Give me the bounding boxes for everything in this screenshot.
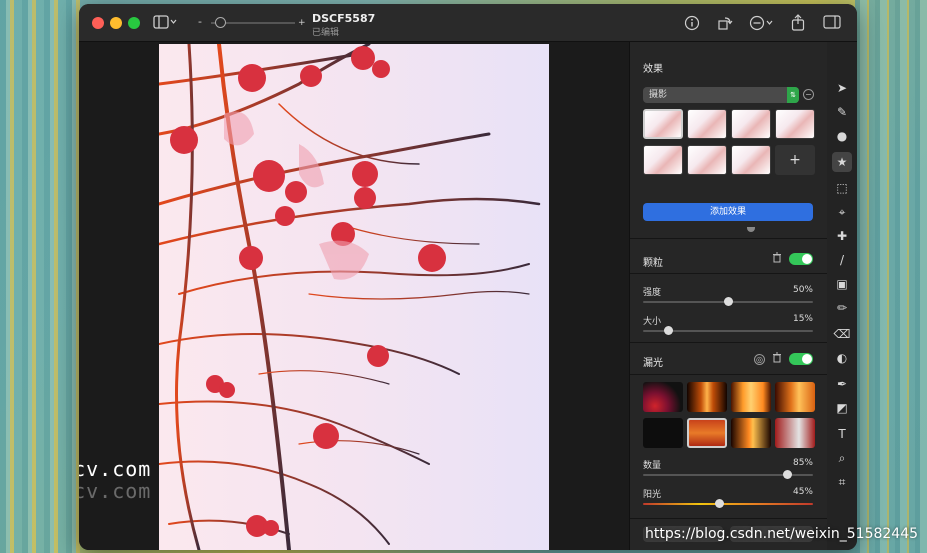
light-leak-delete-icon[interactable] xyxy=(772,352,782,366)
persimmon-photo xyxy=(159,44,549,550)
grain-intensity-knob[interactable] xyxy=(723,297,733,306)
light-leak-options-icon[interactable]: ◎ xyxy=(754,354,765,365)
fullscreen-window-button[interactable] xyxy=(128,17,140,29)
effects-category-value: 摄影 xyxy=(649,90,668,100)
effect-thumb-4[interactable] xyxy=(775,109,815,139)
section-divider xyxy=(630,273,828,274)
adjust-tool-icon[interactable]: ✎ xyxy=(832,102,852,122)
leak-sun-value: 45% xyxy=(792,487,813,497)
grain-delete-icon[interactable] xyxy=(772,252,782,266)
leak-preset-5[interactable] xyxy=(643,418,683,448)
leak-sun-knob[interactable] xyxy=(715,499,724,508)
color-tool-icon[interactable]: ● xyxy=(832,126,852,146)
section-divider xyxy=(630,374,828,375)
eraser-tool-icon[interactable]: ⌫ xyxy=(832,324,852,344)
grain-title: 颗粒 xyxy=(643,258,663,269)
text-tool-icon[interactable]: T xyxy=(832,424,852,444)
add-effect-button[interactable]: 添加效果 xyxy=(643,203,813,221)
csdn-watermark: https://blog.csdn.net/weixin_51582445 xyxy=(645,526,919,542)
leak-preset-3[interactable] xyxy=(731,382,771,412)
zoom-slider-knob[interactable] xyxy=(215,17,226,28)
leak-sun-label: 阳光 xyxy=(643,490,662,500)
collapse-handle-icon[interactable] xyxy=(747,227,755,232)
leak-preset-2[interactable] xyxy=(687,382,727,412)
info-icon[interactable] xyxy=(684,15,700,35)
selection-tool-icon[interactable]: ⬚ xyxy=(832,178,852,198)
sidebar-toggle-icon[interactable] xyxy=(153,15,177,33)
arrow-tool-icon[interactable]: ➤ xyxy=(832,78,852,98)
section-divider xyxy=(630,342,828,343)
grain-toggle[interactable] xyxy=(789,253,813,265)
zoom-in-label[interactable]: + xyxy=(298,15,306,31)
section-divider xyxy=(630,238,828,239)
grain-size-value: 15% xyxy=(792,314,813,324)
minimize-window-button[interactable] xyxy=(110,17,122,29)
grain-intensity-slider[interactable] xyxy=(643,297,813,306)
effect-thumb-6[interactable] xyxy=(687,145,727,175)
light-leak-title: 漏光 xyxy=(643,358,663,369)
more-options-icon[interactable] xyxy=(749,15,775,35)
shapes-tool-icon[interactable]: ◩ xyxy=(832,398,852,418)
grain-size-slider[interactable] xyxy=(643,326,813,335)
add-preset-button[interactable]: + xyxy=(775,145,815,175)
pen-tool-icon[interactable]: ✒ xyxy=(832,374,852,394)
effects-title: 效果 xyxy=(643,64,663,75)
fill-tool-icon[interactable]: ▣ xyxy=(832,274,852,294)
leak-amount-value: 85% xyxy=(792,458,813,468)
pencil-tool-icon[interactable]: ✏ xyxy=(832,298,852,318)
desktop-wallpaper-right xyxy=(855,0,927,553)
effect-thumb-2[interactable] xyxy=(687,109,727,139)
brush-tool-icon[interactable]: / xyxy=(832,250,852,270)
effect-thumb-5[interactable] xyxy=(643,145,683,175)
effects-category-dropdown[interactable]: 摄影 ⇅ xyxy=(643,87,799,103)
lasso-tool-icon[interactable]: ⌖ xyxy=(832,202,852,222)
grain-size-label: 大小 xyxy=(643,317,662,327)
leak-amount-slider[interactable] xyxy=(643,470,813,479)
grain-size-knob[interactable] xyxy=(664,326,673,335)
retouch-tool-icon[interactable]: ✚ xyxy=(832,226,852,246)
effect-thumb-1[interactable] xyxy=(643,109,683,139)
clone-tool-icon[interactable]: ◐ xyxy=(832,348,852,368)
effect-thumb-3[interactable] xyxy=(731,109,771,139)
chevron-updown-icon: ⇅ xyxy=(787,87,799,103)
light-leak-toggle[interactable] xyxy=(789,353,813,365)
effects-tool-icon[interactable]: ★ xyxy=(832,152,852,172)
watermark-text: Macv.com xyxy=(79,457,152,481)
grain-intensity-value: 50% xyxy=(792,285,813,295)
document-status: 已编辑 xyxy=(312,28,340,38)
grain-intensity-label: 强度 xyxy=(643,288,662,298)
leak-preset-8[interactable] xyxy=(775,418,815,448)
crop-tool-icon[interactable]: ⌗ xyxy=(832,472,852,492)
document-title: DSCF5587 xyxy=(312,12,376,25)
leak-preset-7[interactable] xyxy=(731,418,771,448)
watermark-shadow: Macv.com xyxy=(79,479,152,503)
inspector-toggle-icon[interactable] xyxy=(823,15,841,33)
leak-amount-label: 数量 xyxy=(643,461,662,471)
share-icon[interactable] xyxy=(790,14,806,35)
remove-category-icon[interactable]: − xyxy=(803,89,814,100)
app-window: - + DSCF5587 已编辑 cv.com cv.com 效果 摄影 ⇅ −… xyxy=(79,4,857,550)
leak-preset-1[interactable] xyxy=(643,382,683,412)
image-canvas[interactable]: Macv.com Macv.com xyxy=(79,42,629,550)
leak-preset-4[interactable] xyxy=(775,382,815,412)
titlebar: - + DSCF5587 已编辑 xyxy=(79,4,857,42)
section-divider xyxy=(630,518,828,519)
effect-thumb-7[interactable] xyxy=(731,145,771,175)
zoom-tool-icon[interactable]: ⌕ xyxy=(832,448,852,468)
rotate-icon[interactable] xyxy=(717,15,733,35)
tool-strip: ➤ ✎ ● ★ ⬚ ⌖ ✚ / ▣ ✏ ⌫ ◐ ✒ ◩ T ⌕ ⌗ xyxy=(827,42,857,550)
leak-preset-6[interactable] xyxy=(687,418,727,448)
zoom-out-label[interactable]: - xyxy=(198,14,202,30)
leak-amount-knob[interactable] xyxy=(783,470,792,479)
close-window-button[interactable] xyxy=(92,17,104,29)
effects-panel: 效果 摄影 ⇅ − + 添加效果 颗粒 强度 50% 大小 15% 漏光 ◎ 数… xyxy=(629,42,828,550)
desktop-wallpaper-left xyxy=(0,0,80,553)
leak-sun-slider[interactable] xyxy=(643,499,813,508)
